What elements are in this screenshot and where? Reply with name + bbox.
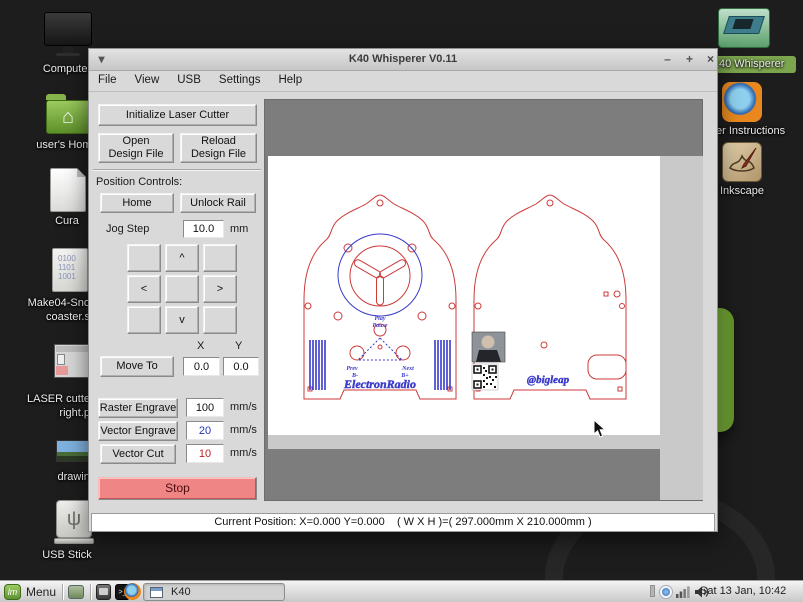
inkscape-icon[interactable] xyxy=(722,142,762,182)
canvas-margin-right xyxy=(660,156,703,500)
unlock-rail-button[interactable]: Unlock Rail xyxy=(180,193,256,213)
move-to-button[interactable]: Move To xyxy=(100,356,174,377)
close-button[interactable]: × xyxy=(702,52,719,68)
menu-bar: File View USB Settings Help xyxy=(89,71,717,92)
k40-whisperer-icon[interactable] xyxy=(718,8,770,54)
panel-separator xyxy=(93,169,261,171)
make04-label[interactable]: Make04-Sno coaster.s xyxy=(8,296,90,324)
mouse-cursor xyxy=(593,419,607,439)
left-panel-outline xyxy=(304,195,456,399)
design-preview: Play Pause Prev B- Next B+ ElectronRadio xyxy=(268,156,660,435)
jog-pad-blank xyxy=(203,306,237,334)
menu-help[interactable]: Help xyxy=(269,71,311,92)
taskbar-separator xyxy=(62,584,63,600)
make04-file-icon[interactable]: 0100 1101 1001 xyxy=(52,248,88,292)
network-signal-icon[interactable] xyxy=(676,585,690,598)
k40-whisperer-window: ▾ K40 Whisperer V0.11 – + × File View US… xyxy=(88,48,718,532)
right-panel-qr-code xyxy=(472,364,498,390)
svg-text:Prev: Prev xyxy=(346,366,358,372)
vector-engrave-button[interactable]: Vector Engrave xyxy=(98,421,178,441)
y-axis-label: Y xyxy=(235,340,242,352)
vector-engrave-speed-unit: mm/s xyxy=(230,424,257,436)
show-desktop-icon[interactable] xyxy=(68,585,84,599)
left-panel-engrave xyxy=(310,234,450,390)
menu-file[interactable]: File xyxy=(89,71,126,92)
menu-button[interactable]: Menu xyxy=(26,585,56,599)
jog-pad-blank xyxy=(165,275,199,303)
vector-cut-button[interactable]: Vector Cut xyxy=(100,444,176,464)
preview-canvas[interactable]: Play Pause Prev B- Next B+ ElectronRadio xyxy=(264,99,703,501)
raster-speed-input[interactable]: 100 xyxy=(186,398,224,417)
k40-window-button[interactable]: K40 xyxy=(143,583,285,601)
minimize-button[interactable]: – xyxy=(659,52,676,68)
maximize-button[interactable]: + xyxy=(681,52,698,68)
raster-engrave-button[interactable]: Raster Engrave xyxy=(98,398,178,418)
move-x-input[interactable]: 0.0 xyxy=(183,357,220,376)
mint-menu-icon[interactable]: lm xyxy=(4,584,21,600)
move-y-input[interactable]: 0.0 xyxy=(223,357,259,376)
right-panel-texts: @bigleap xyxy=(527,374,570,386)
cura-file-icon[interactable] xyxy=(50,168,86,212)
raster-speed-unit: mm/s xyxy=(230,401,257,413)
vector-engrave-speed-input[interactable]: 20 xyxy=(186,421,224,440)
stop-button[interactable]: Stop xyxy=(98,477,257,500)
clock[interactable]: Sat 13 Jan, 10:42 xyxy=(700,585,798,597)
launcher-app-icon[interactable] xyxy=(96,584,111,600)
taskbar-separator xyxy=(90,584,91,600)
update-manager-icon[interactable] xyxy=(659,585,673,599)
instructions-label[interactable]: er Instructions xyxy=(716,124,800,138)
svg-text:Play: Play xyxy=(375,316,386,322)
svg-text:Pause: Pause xyxy=(373,323,388,329)
svg-text:Next: Next xyxy=(401,366,414,372)
left-panel-texts: Play Pause Prev B- Next B+ ElectronRadio xyxy=(343,316,416,391)
firefox-taskbar-icon[interactable] xyxy=(124,583,141,600)
jog-pad-blank xyxy=(127,244,161,272)
firefox-icon[interactable] xyxy=(722,82,762,122)
reload-design-button[interactable]: Reload Design File xyxy=(180,133,257,163)
usb-stick-label[interactable]: USB Stick xyxy=(27,548,107,562)
window-titlebar[interactable]: ▾ K40 Whisperer V0.11 – + × xyxy=(89,49,717,71)
menu-settings[interactable]: Settings xyxy=(210,71,270,92)
taskbar: lm Menu >_ K40 Sat 13 Jan, 10:42 xyxy=(0,580,803,602)
window-title: K40 Whisperer V0.11 xyxy=(89,53,717,65)
computer-icon[interactable] xyxy=(44,12,92,58)
jog-step-unit: mm xyxy=(230,223,248,235)
drawing-image-icon[interactable] xyxy=(56,440,90,462)
window-icon xyxy=(150,587,163,598)
laser-cutter-file-label[interactable]: LASER cutte right.p xyxy=(8,392,90,420)
initialize-laser-button[interactable]: Initialize Laser Cutter xyxy=(98,104,257,126)
home-folder-icon[interactable]: ⌂ xyxy=(46,94,90,136)
menu-view[interactable]: View xyxy=(126,71,169,92)
jog-step-input[interactable]: 10.0 xyxy=(183,220,224,238)
inkscape-label[interactable]: Inkscape xyxy=(712,184,772,198)
home-button[interactable]: Home xyxy=(100,193,174,213)
status-bar: Current Position: X=0.000 Y=0.000 ( W X … xyxy=(91,513,715,532)
open-design-button[interactable]: Open Design File xyxy=(98,133,174,163)
svg-text:ElectronRadio: ElectronRadio xyxy=(343,377,416,391)
jog-pad-blank xyxy=(203,244,237,272)
jog-left-button[interactable]: < xyxy=(127,275,161,303)
position-controls-label: Position Controls: xyxy=(96,176,182,188)
jog-up-button[interactable]: ^ xyxy=(165,244,199,272)
x-axis-label: X xyxy=(197,340,204,352)
jog-pad-blank xyxy=(127,306,161,334)
jog-step-label: Jog Step xyxy=(106,223,149,235)
jog-right-button[interactable]: > xyxy=(203,275,237,303)
vector-cut-speed-unit: mm/s xyxy=(230,447,257,459)
menu-usb[interactable]: USB xyxy=(168,71,210,92)
vector-cut-speed-input[interactable]: 10 xyxy=(186,444,224,463)
drawing-label[interactable]: drawing xyxy=(16,470,96,484)
tray-handle[interactable] xyxy=(650,585,655,597)
right-panel-photo xyxy=(472,332,505,362)
svg-text:@bigleap: @bigleap xyxy=(527,374,570,386)
jog-down-button[interactable]: v xyxy=(165,306,199,334)
